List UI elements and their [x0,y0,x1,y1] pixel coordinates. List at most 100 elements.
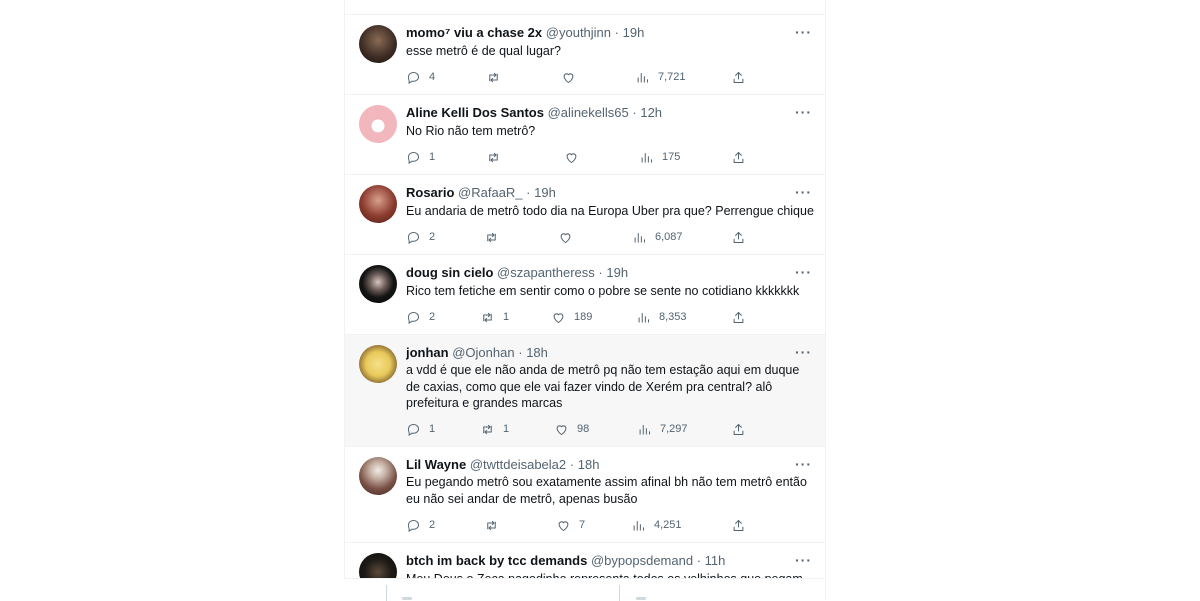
share-icon [733,519,744,531]
tweet-time[interactable]: 18h [578,457,600,472]
bottom-separator [619,585,620,601]
like-button[interactable]: 189 [551,309,592,325]
author-name[interactable]: doug sin cielo [406,265,493,280]
retweet-count: 1 [503,423,510,435]
tweet-actions: 4 7,721 [406,69,806,85]
like-button[interactable] [564,149,587,165]
like-icon [560,232,571,243]
bottom-separator [386,585,387,601]
tweet[interactable]: momo⁷ viu a chase 2x @youthjinn · 19h ··… [345,15,825,95]
tweet[interactable]: Aline Kelli Dos Santos @alinekells65 · 1… [345,95,825,175]
tweet-time[interactable]: 11h [705,553,726,568]
like-icon [556,424,567,435]
more-icon[interactable]: ··· [795,553,811,569]
like-count: 98 [577,423,590,435]
tweet-time[interactable]: 19h [606,265,628,280]
tweet-header: btch im back by tcc demands @bypopsdeman… [406,553,785,569]
author-name[interactable]: momo⁷ viu a chase 2x [406,25,542,40]
more-icon[interactable]: ··· [795,345,811,361]
more-icon[interactable]: ··· [795,457,811,473]
author-handle[interactable]: @bypopsdemand [591,553,693,568]
author-handle[interactable]: @alinekells65 [548,105,629,120]
tweet-time[interactable]: 19h [623,25,645,40]
reply-button[interactable]: 1 [406,421,435,437]
tweet-header: Rosario @RafaaR_ · 19h [406,185,785,201]
share-button[interactable] [731,69,746,85]
tweet[interactable]: Rosario @RafaaR_ · 19h ··· Eu andaria de… [345,175,825,255]
like-button[interactable] [558,229,581,245]
retweet-button[interactable] [484,229,507,245]
view-count: 175 [662,151,681,163]
share-icon [733,231,744,243]
views-button[interactable]: 8,353 [636,309,687,325]
reply-icon [407,231,420,244]
retweet-button[interactable]: 1 [480,309,509,325]
share-button[interactable] [731,309,746,325]
author-handle[interactable]: @szapantheress [497,265,595,280]
author-name[interactable]: Aline Kelli Dos Santos [406,105,544,120]
separator-dot: · [569,457,575,472]
tweet[interactable]: jonhan @Ojonhan · 18h ··· a vdd é que el… [345,335,825,447]
author-handle[interactable]: @twttdeisabela2 [470,457,566,472]
like-count: 189 [574,311,593,323]
retweet-icon [483,312,492,322]
author-handle[interactable]: @RafaaR_ [458,185,523,200]
bottom-bar [344,578,824,601]
author-name[interactable]: jonhan [406,345,449,360]
retweet-button[interactable] [484,517,507,533]
views-button[interactable]: 7,721 [635,69,686,85]
avatar[interactable] [359,185,397,223]
reply-button[interactable]: 1 [406,149,435,165]
like-button[interactable] [561,69,584,85]
retweet-button[interactable] [486,149,509,165]
views-button[interactable]: 175 [639,149,680,165]
reply-icon [407,151,420,164]
separator-dot: · [526,185,531,200]
views-button[interactable]: 6,087 [632,229,683,245]
reply-button[interactable]: 2 [406,229,435,245]
share-button[interactable] [731,229,746,245]
reply-icon [407,519,420,532]
tweet-time[interactable]: 12h [640,105,662,120]
share-button[interactable] [731,149,746,165]
tweet-text: No Rio não tem metrô? [406,124,536,138]
like-button[interactable]: 98 [554,421,589,437]
avatar[interactable] [359,25,397,63]
views-button[interactable]: 7,297 [637,421,688,437]
views-icon [633,520,644,530]
retweet-icon [489,152,498,162]
views-button[interactable]: 4,251 [631,517,682,533]
author-handle[interactable]: @youthjinn [546,25,611,40]
author-name[interactable]: btch im back by tcc demands [406,553,587,568]
retweet-button[interactable] [486,69,509,85]
avatar[interactable] [359,345,397,383]
more-icon[interactable]: ··· [795,25,811,41]
tweet-header: Lil Wayne @twttdeisabela2 · 18h [406,457,785,473]
author-name[interactable]: Rosario [406,185,454,200]
reply-button[interactable]: 2 [406,517,435,533]
more-icon[interactable]: ··· [795,265,811,281]
author-name[interactable]: Lil Wayne [406,457,466,472]
like-button[interactable]: 7 [556,517,585,533]
share-button[interactable] [731,517,746,533]
reply-button[interactable]: 4 [406,69,435,85]
avatar[interactable] [359,457,397,495]
share-button[interactable] [731,421,746,437]
tweet-time[interactable]: 18h [526,345,548,360]
tweet-time[interactable]: 19h [534,185,556,200]
tweet[interactable]: doug sin cielo @szapantheress · 19h ··· … [345,255,825,335]
retweet-icon [487,520,496,530]
tweet[interactable]: Lil Wayne @twttdeisabela2 · 18h ··· Eu p… [345,447,825,543]
reply-count: 4 [429,71,436,83]
reply-button[interactable]: 2 [406,309,435,325]
more-icon[interactable]: ··· [795,185,811,201]
avatar[interactable] [359,265,397,303]
more-icon[interactable]: ··· [795,105,811,121]
retweet-button[interactable]: 1 [480,421,509,437]
tweet-actions: 2 1 189 8,353 [406,309,806,325]
share-icon [733,423,744,435]
author-handle[interactable]: @Ojonhan [452,345,514,360]
avatar[interactable] [359,105,397,143]
share-icon [733,71,744,83]
timeline-column: momo⁷ viu a chase 2x @youthjinn · 19h ··… [344,0,826,600]
